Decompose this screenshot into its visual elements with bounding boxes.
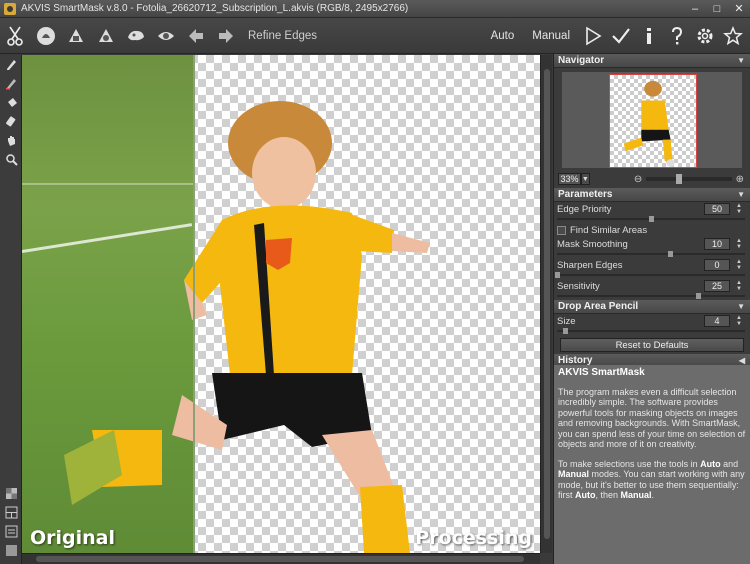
- mask-smoothing-row: Mask Smoothing 10 ▲ ▼: [554, 237, 750, 258]
- sharpen-edges-input[interactable]: 0: [704, 259, 730, 271]
- find-similar-checkbox[interactable]: [557, 225, 566, 235]
- edge-priority-input[interactable]: 50: [704, 203, 730, 215]
- edge-priority-spinner-icon[interactable]: ▲ ▼: [733, 203, 745, 215]
- help-paragraph-1: The program makes even a difficult selec…: [558, 386, 746, 450]
- zoom-dropdown-icon[interactable]: ▼: [580, 173, 590, 185]
- sharpen-edges-spinner-icon[interactable]: ▲ ▼: [733, 259, 745, 271]
- parameters-header[interactable]: Parameters ▼: [554, 188, 750, 202]
- size-slider[interactable]: [557, 328, 745, 334]
- zoom-slider[interactable]: [646, 174, 732, 184]
- navigator-title: Navigator: [558, 55, 605, 66]
- main-toolbar: Refine Edges Auto Manual: [0, 18, 750, 54]
- reset-defaults-button[interactable]: Reset to Defaults: [560, 338, 744, 352]
- manual-mode-tab[interactable]: Manual: [526, 30, 576, 42]
- bucket-icon[interactable]: [0, 93, 22, 112]
- compare-view-icon[interactable]: [0, 522, 22, 541]
- drop-area-header[interactable]: Drop Area Pencil ▼: [554, 300, 750, 314]
- hand-icon[interactable]: [32, 22, 60, 50]
- keep-pencil-icon[interactable]: [0, 55, 22, 74]
- title-bar: AKVIS SmartMask v.8.0 - Fotolia_26620712…: [0, 0, 750, 18]
- drop-area-title: Drop Area Pencil: [558, 301, 639, 312]
- app-window: AKVIS SmartMask v.8.0 - Fotolia_26620712…: [0, 0, 750, 564]
- eraser-icon[interactable]: [0, 112, 22, 131]
- player-photo: [64, 101, 430, 553]
- sensitivity-slider[interactable]: [557, 293, 745, 299]
- close-button[interactable]: ✕: [728, 1, 750, 17]
- layers-icon[interactable]: [92, 22, 120, 50]
- delete-pencil-icon[interactable]: [0, 74, 22, 93]
- edge-priority-row: Edge Priority 50 ▲ ▼: [554, 202, 750, 223]
- auto-mode-tab[interactable]: Auto: [485, 30, 521, 42]
- eye-icon[interactable]: [152, 22, 180, 50]
- checker-view-icon[interactable]: [0, 484, 22, 503]
- hand-tool-icon[interactable]: [0, 131, 22, 150]
- background-view-icon[interactable]: [0, 541, 22, 560]
- maximize-button[interactable]: □: [706, 1, 728, 17]
- size-label: Size: [557, 316, 576, 327]
- navigator-preview[interactable]: [562, 72, 742, 168]
- left-toolbox: [0, 55, 22, 564]
- sensitivity-spinner-icon[interactable]: ▲ ▼: [733, 280, 745, 292]
- find-similar-row[interactable]: Find Similar Areas: [554, 223, 750, 237]
- split-divider[interactable]: [193, 55, 195, 553]
- image-canvas[interactable]: Original Processing: [22, 55, 540, 553]
- sensitivity-input[interactable]: 25: [704, 280, 730, 292]
- navigator-header[interactable]: Navigator ▼: [554, 54, 750, 68]
- right-panel: Navigator ▼ 33% ▼ ⊖ ⊕ Parameters ▼ Edge …: [553, 54, 750, 564]
- star-icon[interactable]: [722, 24, 744, 48]
- zoom-value[interactable]: 33%: [558, 173, 581, 185]
- minimize-button[interactable]: –: [684, 1, 706, 17]
- zoom-in-icon[interactable]: ⊕: [736, 174, 744, 185]
- check-icon[interactable]: [610, 24, 632, 48]
- info-icon[interactable]: [638, 24, 660, 48]
- size-spinner-icon[interactable]: ▲ ▼: [733, 315, 745, 327]
- navigator-thumbnail: [623, 80, 675, 167]
- split-view-icon[interactable]: [0, 503, 22, 522]
- sharpen-edges-label: Sharpen Edges: [557, 260, 623, 271]
- zoom-row: 33% ▼ ⊖ ⊕: [558, 172, 748, 186]
- refine-edges-button[interactable]: Refine Edges: [248, 30, 317, 42]
- picture-icon[interactable]: [122, 22, 150, 50]
- settings-icon[interactable]: [694, 24, 716, 48]
- horizontal-scrollbar[interactable]: [22, 553, 540, 564]
- scissors-icon[interactable]: [2, 22, 30, 50]
- edge-priority-label: Edge Priority: [557, 204, 612, 215]
- mask-smoothing-input[interactable]: 10: [704, 238, 730, 250]
- collapse-triangle-icon[interactable]: ▼: [737, 56, 745, 65]
- mask-smoothing-label: Mask Smoothing: [557, 239, 628, 250]
- help-paragraph-2: To make selections use the tools in Auto…: [558, 458, 745, 501]
- app-logo-icon: [4, 2, 16, 15]
- arrow-right-icon[interactable]: [212, 22, 240, 50]
- sharpen-edges-slider[interactable]: [555, 272, 745, 278]
- play-icon[interactable]: [582, 24, 604, 48]
- zoom-out-icon[interactable]: ⊖: [634, 174, 642, 185]
- window-title: AKVIS SmartMask v.8.0 - Fotolia_26620712…: [21, 3, 409, 14]
- mask-smoothing-slider[interactable]: [557, 251, 745, 257]
- parameters-title: Parameters: [558, 189, 613, 200]
- vertical-scrollbar[interactable]: [540, 55, 552, 553]
- expand-triangle-icon[interactable]: ◀: [739, 356, 745, 365]
- help-icon[interactable]: [666, 24, 688, 48]
- edge-priority-slider[interactable]: [557, 216, 745, 222]
- collapse-triangle-icon[interactable]: ▼: [737, 302, 745, 311]
- sharpen-edges-row: Sharpen Edges 0 ▲ ▼: [554, 258, 750, 279]
- size-input[interactable]: 4: [704, 315, 730, 327]
- find-similar-label: Find Similar Areas: [570, 224, 648, 236]
- size-row: Size 4 ▲ ▼: [554, 314, 750, 335]
- processing-label: Processing: [415, 527, 532, 549]
- original-label: Original: [30, 527, 116, 549]
- sensitivity-row: Sensitivity 25 ▲ ▼: [554, 279, 750, 300]
- mask-smoothing-spinner-icon[interactable]: ▲ ▼: [733, 238, 745, 250]
- collapse-triangle-icon[interactable]: ▼: [737, 190, 745, 199]
- zoom-tool-icon[interactable]: [0, 150, 22, 169]
- help-panel: AKVIS SmartMask The program makes even a…: [554, 365, 750, 564]
- navigator-view-frame[interactable]: [609, 74, 697, 168]
- help-title: AKVIS SmartMask: [558, 367, 645, 378]
- sensitivity-label: Sensitivity: [557, 281, 600, 292]
- arrow-left-icon[interactable]: [182, 22, 210, 50]
- trash-icon[interactable]: [62, 22, 90, 50]
- navigator-panel: 33% ▼ ⊖ ⊕: [554, 68, 750, 188]
